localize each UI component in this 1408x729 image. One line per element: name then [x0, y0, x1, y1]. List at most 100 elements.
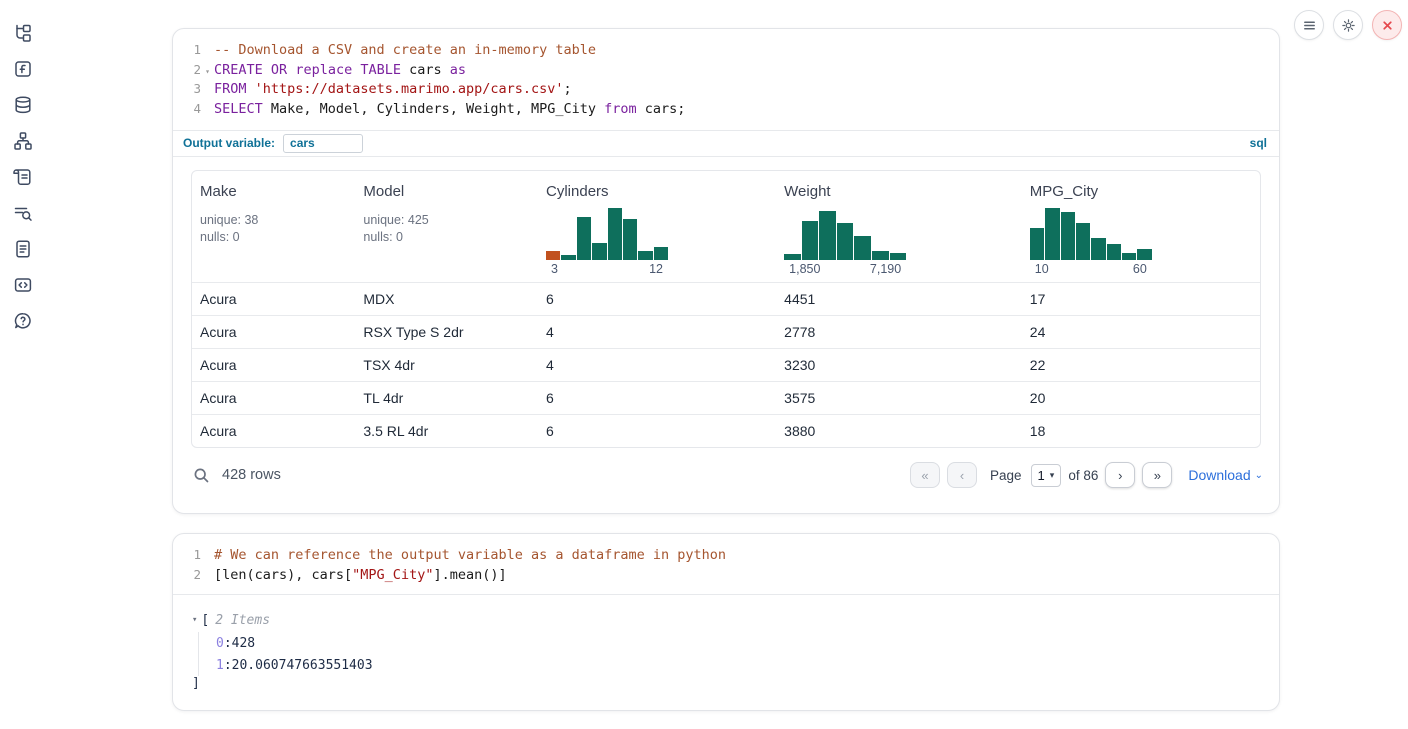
column-name[interactable]: Model	[363, 183, 530, 200]
column-stats: unique: 38nulls: 0	[200, 212, 347, 246]
document-icon[interactable]	[12, 238, 34, 260]
line-number: 4	[173, 101, 201, 116]
column-header-weight: Weight1,8507,190	[776, 181, 1022, 282]
tree-item: 1: 20.060747663551403	[216, 654, 1279, 676]
sql-cell: 1-- Download a CSV and create an in-memo…	[172, 28, 1280, 514]
table-footer: 428 rows « ‹ Page 1 ▾ of 86 › » Download…	[173, 448, 1279, 503]
page-label: Page	[990, 468, 1022, 483]
code-text: SELECT Make, Model, Cylinders, Weight, M…	[214, 101, 685, 117]
search-list-icon[interactable]	[12, 202, 34, 224]
table-cell: 4	[538, 324, 776, 340]
column-header-make: Make unique: 38nulls: 0	[192, 181, 355, 282]
language-badge[interactable]: sql	[1250, 136, 1267, 150]
table-cell: TSX 4dr	[355, 357, 538, 373]
file-tree-icon[interactable]	[12, 22, 34, 44]
code-text: FROM 'https://datasets.marimo.app/cars.c…	[214, 81, 572, 97]
column-name[interactable]: Make	[200, 183, 347, 200]
download-label: Download	[1188, 467, 1250, 483]
tree-children: 0: 4281: 20.060747663551403	[198, 632, 1279, 676]
column-name[interactable]: Cylinders	[546, 183, 768, 200]
help-icon[interactable]	[12, 310, 34, 332]
table-row[interactable]: AcuraTSX 4dr4323022	[192, 348, 1260, 381]
histogram-bar	[1137, 249, 1151, 260]
result-table: Make unique: 38nulls: 0 Model unique: 425nu…	[191, 170, 1261, 448]
chevron-down-icon: ⌄	[1255, 470, 1263, 481]
functions-icon[interactable]	[12, 58, 34, 80]
table-cell: MDX	[355, 291, 538, 307]
histogram-bar	[623, 219, 637, 260]
sidebar-panel-icons	[0, 0, 48, 729]
dependency-graph-icon[interactable]	[12, 130, 34, 152]
column-header-mpg_city: MPG_City1060	[1022, 181, 1260, 282]
table-cell: Acura	[192, 324, 355, 340]
histogram-bar	[1030, 228, 1044, 260]
code-line: 3 FROM 'https://datasets.marimo.app/cars.…	[173, 81, 1279, 101]
histogram-bar	[802, 221, 819, 260]
first-page-button[interactable]: «	[910, 462, 940, 488]
histogram-bar	[1122, 253, 1136, 260]
prev-page-button[interactable]: ‹	[947, 462, 977, 488]
table-row[interactable]: Acura3.5 RL 4dr6388018	[192, 414, 1260, 447]
item-value: 20.060747663551403	[232, 658, 373, 673]
histogram-bar	[561, 255, 575, 260]
pagination: « ‹ Page 1 ▾ of 86 › »	[910, 462, 1172, 488]
logs-scroll-icon[interactable]	[12, 166, 34, 188]
tree-collapse-icon[interactable]: ▾	[192, 615, 197, 625]
tree-item: 0: 428	[216, 632, 1279, 654]
histogram-bar	[890, 253, 907, 260]
column-header-cylinders: Cylinders312	[538, 181, 776, 282]
line-number: 3	[173, 81, 201, 96]
output-variable-input[interactable]	[283, 134, 363, 153]
snippets-icon[interactable]	[12, 274, 34, 296]
next-page-button[interactable]: ›	[1105, 462, 1135, 488]
histogram-bar	[638, 251, 652, 260]
search-icon[interactable]	[193, 467, 210, 484]
column-histogram	[1030, 208, 1152, 260]
histogram-bar	[854, 236, 871, 260]
table-row[interactable]: AcuraTL 4dr6357520	[192, 381, 1260, 414]
settings-gear-icon[interactable]	[1333, 10, 1363, 40]
code-line: 1-- Download a CSV and create an in-memo…	[173, 42, 1279, 62]
item-separator: :	[224, 636, 232, 651]
table-row[interactable]: AcuraMDX6445117	[192, 282, 1260, 315]
histogram-bar	[1061, 212, 1075, 260]
table-cell: 2778	[776, 324, 1022, 340]
code-line: 4 SELECT Make, Model, Cylinders, Weight, …	[173, 101, 1279, 121]
item-index: 1	[216, 658, 224, 673]
code-line: 1# We can reference the output variable …	[173, 547, 1279, 567]
table-cell: TL 4dr	[355, 390, 538, 406]
table-cell: Acura	[192, 291, 355, 307]
database-icon[interactable]	[12, 94, 34, 116]
code-text: # We can reference the output variable a…	[214, 547, 726, 563]
table-cell: 17	[1022, 291, 1260, 307]
histogram-bar	[592, 243, 606, 260]
table-row[interactable]: AcuraRSX Type S 2dr4277824	[192, 315, 1260, 348]
fold-arrow-icon[interactable]: ▾	[201, 67, 214, 76]
row-count: 428 rows	[222, 467, 281, 483]
python-code-editor[interactable]: 1# We can reference the output variable …	[173, 534, 1279, 595]
table-cell: 3.5 RL 4dr	[355, 423, 538, 439]
table-cell: 6	[538, 423, 776, 439]
page-of-label: of 86	[1068, 468, 1098, 483]
column-name[interactable]: MPG_City	[1030, 183, 1252, 200]
column-name[interactable]: Weight	[784, 183, 1014, 200]
open-bracket: [	[201, 613, 209, 628]
column-stats: unique: 425nulls: 0	[363, 212, 530, 246]
table-cell: 22	[1022, 357, 1260, 373]
menu-icon[interactable]	[1294, 10, 1324, 40]
code-line: 2[len(cars), cars["MPG_City"].mean()]	[173, 567, 1279, 587]
last-page-button[interactable]: »	[1142, 462, 1172, 488]
column-histogram	[546, 208, 668, 260]
chevron-down-icon: ▾	[1050, 470, 1055, 481]
python-cell: 1 # We can reference the output variable …	[172, 533, 1280, 711]
table-body: AcuraMDX6445117AcuraRSX Type S 2dr427782…	[192, 282, 1260, 447]
close-bracket: ]	[192, 676, 1279, 694]
sql-code-editor[interactable]: 1-- Download a CSV and create an in-memo…	[173, 29, 1279, 130]
table-cell: 3880	[776, 423, 1022, 439]
code-line: 2▾CREATE OR replace TABLE cars as	[173, 62, 1279, 82]
table-cell: 6	[538, 291, 776, 307]
download-button[interactable]: Download ⌄	[1188, 467, 1263, 483]
page-select[interactable]: 1 ▾	[1031, 464, 1062, 487]
shutdown-close-icon[interactable]	[1372, 10, 1402, 40]
tree-root: ▾[2 Items	[192, 612, 1279, 628]
